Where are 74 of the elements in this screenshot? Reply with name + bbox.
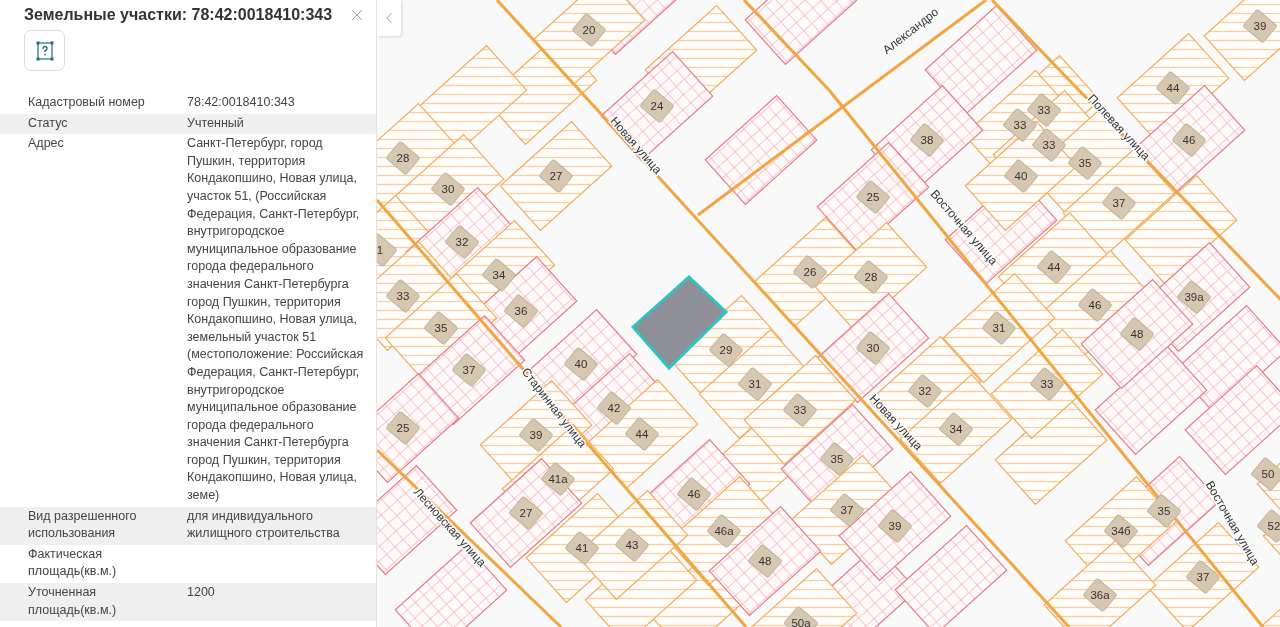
building-label: 27 <box>508 495 544 531</box>
field-label: Уточненная площадь(кв.м.) <box>28 584 118 619</box>
building-label: 39 <box>518 417 554 453</box>
building-label: 39 <box>877 508 913 544</box>
building-label: 24 <box>639 88 675 124</box>
building-label: 34б <box>1103 513 1139 549</box>
building-label: 33 <box>1002 107 1038 143</box>
building-label: 20 <box>571 12 607 48</box>
building-label: 25 <box>855 179 891 215</box>
building-label: 44 <box>1036 249 1072 285</box>
dashed-square-question-icon <box>34 39 55 62</box>
building-label: 33 <box>1026 92 1062 128</box>
building-label: 33 <box>782 392 818 428</box>
building-label: 1 <box>377 232 398 268</box>
building-label: 33 <box>385 278 421 314</box>
building-label: 32 <box>444 224 480 260</box>
cadastral-map[interactable] <box>377 0 1280 627</box>
building-label: 35 <box>1067 145 1103 181</box>
building-label: 50а <box>783 605 819 627</box>
building-label: 46 <box>676 476 712 512</box>
building-label: 25 <box>385 410 421 446</box>
building-label: 35 <box>1146 493 1182 529</box>
building-label: 26 <box>792 254 828 290</box>
building-label: 28 <box>853 259 889 295</box>
building-label: 46 <box>1171 122 1207 158</box>
building-label: 34 <box>481 257 517 293</box>
building-label: 34 <box>938 411 974 447</box>
building-label: 39а <box>1176 279 1212 315</box>
building-label: 42 <box>596 390 632 426</box>
building-label: 40 <box>563 346 599 382</box>
building-label: 37 <box>1101 185 1137 221</box>
building-label: 50 <box>1250 456 1280 492</box>
field-value: 1200 <box>187 584 216 602</box>
building-label: 32 <box>907 373 943 409</box>
building-label: 44 <box>624 416 660 452</box>
building-label: 48 <box>1119 316 1155 352</box>
building-label: 36 <box>503 293 539 329</box>
building-label: 43 <box>614 527 650 563</box>
building-label: 31 <box>737 366 773 402</box>
building-label: 31 <box>981 310 1017 346</box>
building-label: 41а <box>540 461 576 497</box>
building-label: 30 <box>430 171 466 207</box>
parcel-info-button[interactable] <box>24 30 65 71</box>
building-label: 28 <box>385 140 421 176</box>
field-label: Адрес <box>28 135 65 153</box>
building-label: 44 <box>1155 70 1191 106</box>
field-value: Санкт-Петербург, город Пушкин, территория Кондакопшино, Новая улица, участок 51, (Российская Федерация, Санкт-Петербург, внутригородское муниципальное образование города федерального значения Санкт-Петербурга город Пушкин, территория Кондакопшино, Новая улица, земельный участок 51 (местоположение: Российская Федерация, Санкт-Петербург, внутригородское муниципальное образование города федерального значения Санкт-Петербурга город Пушкин, территория Кондакопшино, Новая улица, земе) <box>187 135 365 505</box>
building-label: 46 <box>1077 287 1113 323</box>
building-label: 33 <box>1031 127 1067 163</box>
building-label: 35 <box>423 310 459 346</box>
building-label: 37 <box>451 352 487 388</box>
field-value: для индивидуального жилищного строительства <box>187 507 341 543</box>
building-label: 37 <box>1185 559 1221 595</box>
building-label: 48 <box>747 543 783 579</box>
building-label: 33 <box>1029 366 1065 402</box>
field-label: Вид разрешенного использования <box>28 507 138 543</box>
panel-title: Земельные участки: 78:42:0018410:343 <box>24 6 333 24</box>
building-label: 40 <box>1003 158 1039 194</box>
building-label: 27 <box>538 158 574 194</box>
field-value: Учтенный <box>187 114 245 132</box>
field-value: 78:42:0018410:343 <box>187 94 296 111</box>
field-label: Кадастровый номер <box>28 94 146 111</box>
field-label: Фактическая площадь(кв.м.) <box>28 545 118 581</box>
building-label: 37 <box>829 492 865 528</box>
building-label: 46а <box>706 513 742 549</box>
building-label: 52 <box>1256 508 1280 544</box>
building-label: 29 <box>708 332 744 368</box>
building-label: 38 <box>909 122 945 158</box>
building-label: 39 <box>1242 8 1278 44</box>
building-label: 36а <box>1082 577 1118 613</box>
field-label: Статус <box>28 114 69 132</box>
building-label: 41 <box>564 530 600 566</box>
building-label: 35 <box>819 441 855 477</box>
building-label: 30 <box>855 330 891 366</box>
